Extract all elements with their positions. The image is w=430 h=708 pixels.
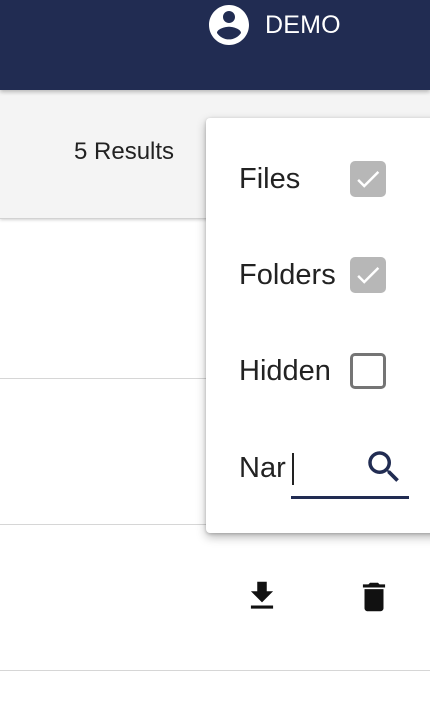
filter-folders-option[interactable]: Folders [206,245,430,305]
delete-icon[interactable] [355,577,393,622]
app-bar: DEMO [0,0,430,90]
account-circle-icon [205,1,253,49]
user-menu[interactable]: DEMO [205,0,341,50]
folders-checkbox[interactable] [350,257,386,293]
filter-hidden-label: Hidden [239,355,331,387]
download-icon[interactable] [243,577,281,620]
check-icon [357,267,380,284]
name-search-field [239,446,411,500]
filter-folders-label: Folders [239,259,336,291]
list-item[interactable] [0,525,430,671]
filter-files-option[interactable]: Files [206,149,430,209]
text-caret [292,453,294,485]
filter-menu: Files Folders Hidden [206,118,430,533]
filter-files-label: Files [239,163,301,195]
results-count: 5 Results [74,138,175,165]
files-checkbox[interactable] [350,161,386,197]
hidden-checkbox[interactable] [350,353,386,389]
user-name: DEMO [265,10,341,39]
check-icon [357,171,380,188]
search-icon[interactable] [363,446,405,493]
input-underline [291,496,409,499]
filter-hidden-option[interactable]: Hidden [206,341,430,401]
name-input[interactable] [239,446,331,490]
